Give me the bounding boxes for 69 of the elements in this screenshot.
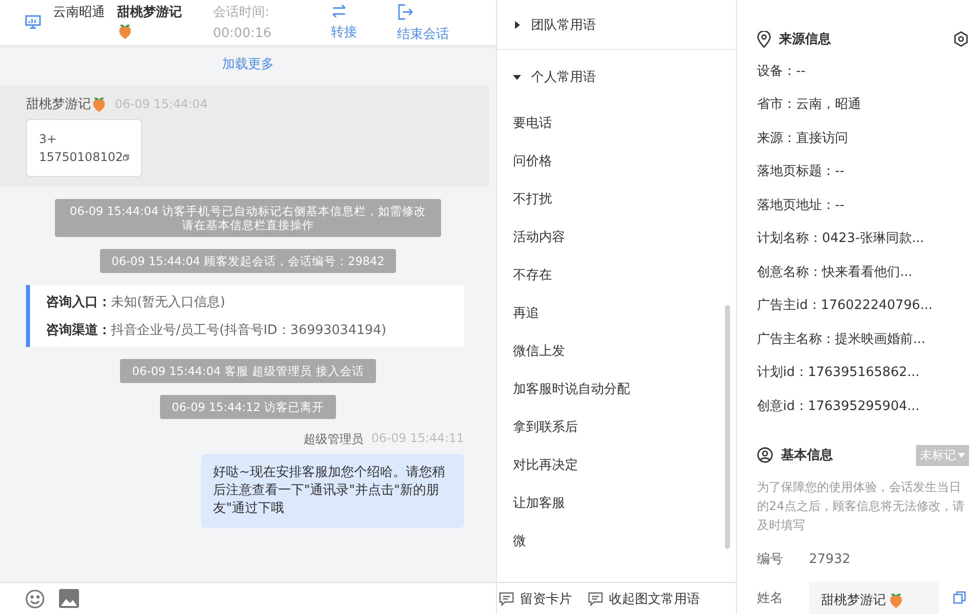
caret-icon [513,20,521,28]
visitor-location: 云南昭通 [53,4,105,22]
message-time: 06-09 15:44:11 [371,431,464,447]
source-info-row-text: 计划id：176395165862... [757,364,921,382]
source-info-row-text: 创意id：176395295904... [757,398,921,416]
sender-name: 超级管理员 [303,431,364,448]
info-value: 未知(暂无入口信息) [111,295,226,310]
notice-text: 为了保障您的使用体验，会话发生当日的24点之后，顾客信息将无法修改，请及时填写 [757,478,966,534]
location-pin-icon [757,30,771,48]
source-info-row-text: 省市：云南，昭通 [757,96,862,114]
section-title: 来源信息 [779,31,831,48]
swap-icon [331,4,347,18]
message-text: 15750108102 [39,149,123,166]
phrase-group-header[interactable]: 团队常用语 [497,0,736,50]
field-value: 27932 [809,552,850,567]
peach-icon [117,23,133,39]
footer-button[interactable]: 收起图文常用语 [588,590,700,608]
phrase-item[interactable]: 再追 [497,294,736,332]
image-icon[interactable] [59,589,79,608]
section-title: 基本信息 [781,447,833,464]
field-label: 姓名 [757,590,784,607]
message-icon [499,592,514,606]
phrase-item[interactable]: 不存在 [497,256,736,294]
session-timer: 00:00:16 [213,25,272,43]
session-time-label: 会话时间: [213,4,270,22]
message-bubble: 好哒~现在安排客服加您个绍哈。请您稍后注意查看一下"通讯录"并点击"新的朋友"通过下哦 [201,454,464,528]
source-info-row-text: 来源：直接访问 [757,130,849,148]
phrase-item[interactable]: 不打扰 [497,180,736,218]
phrase-item[interactable]: 对比再决定 [497,446,736,484]
phrase-item[interactable]: 要电话 [497,104,736,142]
system-notice: 06-09 15:44:04 访客手机号已自动标记右侧基本信息栏，如需修改请在基本信息栏直接操作 [55,199,441,237]
phrase-item[interactable]: 拿到联系后 [497,408,736,446]
source-info-row-text: 创意名称：快来看看他们... [757,264,914,282]
monitor-icon [25,15,41,29]
scrollbar-thumb[interactable] [725,305,730,549]
info-value: 抖音企业号/员工号(抖音号ID：36993034194) [111,323,386,338]
settings-icon[interactable] [953,31,969,47]
peach-icon [91,96,107,112]
info-label: 咨询入口： [46,295,111,310]
system-notice: 06-09 15:44:04 客服 超级管理员 接入会话 [120,359,376,383]
phrase-group-header[interactable]: 个人常用语 [497,50,736,104]
peach-icon [888,592,904,608]
exit-icon [397,4,413,20]
system-notice: 06-09 15:44:12 访客已离开 [160,395,336,419]
phrase-item[interactable]: 加客服时说自动分配 [497,370,736,408]
caret-icon [958,452,965,458]
info-label: 咨询渠道： [46,323,111,338]
emoji-icon[interactable] [25,588,45,608]
phrase-item[interactable]: 问价格 [497,142,736,180]
caret-icon [513,73,521,81]
source-info-row-text: 广告主名称：提米映画婚前... [757,330,926,349]
phrase-item[interactable]: 微信上发 [497,332,736,370]
source-info-row-text: 广告主id：176022240796... [757,297,934,316]
field-label: 编号 [757,551,784,568]
source-info-row-text: 落地页地址：-- [757,196,846,215]
name-field[interactable]: 甜桃梦游记 [809,582,939,614]
footer-button[interactable]: 留资卡片 [499,590,572,608]
message-icon [588,592,603,606]
system-notice: 06-09 15:44:04 顾客发起会话，会话编号：29842 [100,249,396,273]
phrase-item[interactable]: 让加客服 [497,484,736,522]
source-info-row-text: 落地页标题：-- [757,163,846,182]
phrase-item[interactable]: 微 [497,522,736,560]
sender-name: 甜桃梦游记 [26,96,91,113]
phrase-item[interactable]: 活动内容 [497,218,736,256]
source-info-row-text: 设备：-- [757,62,806,81]
source-info-row-text: 计划名称：0423-张琳同款... [757,230,926,248]
message-text: 3+ [39,131,57,148]
visitor-name: 甜桃梦游记 [117,4,183,22]
user-icon [757,447,773,463]
